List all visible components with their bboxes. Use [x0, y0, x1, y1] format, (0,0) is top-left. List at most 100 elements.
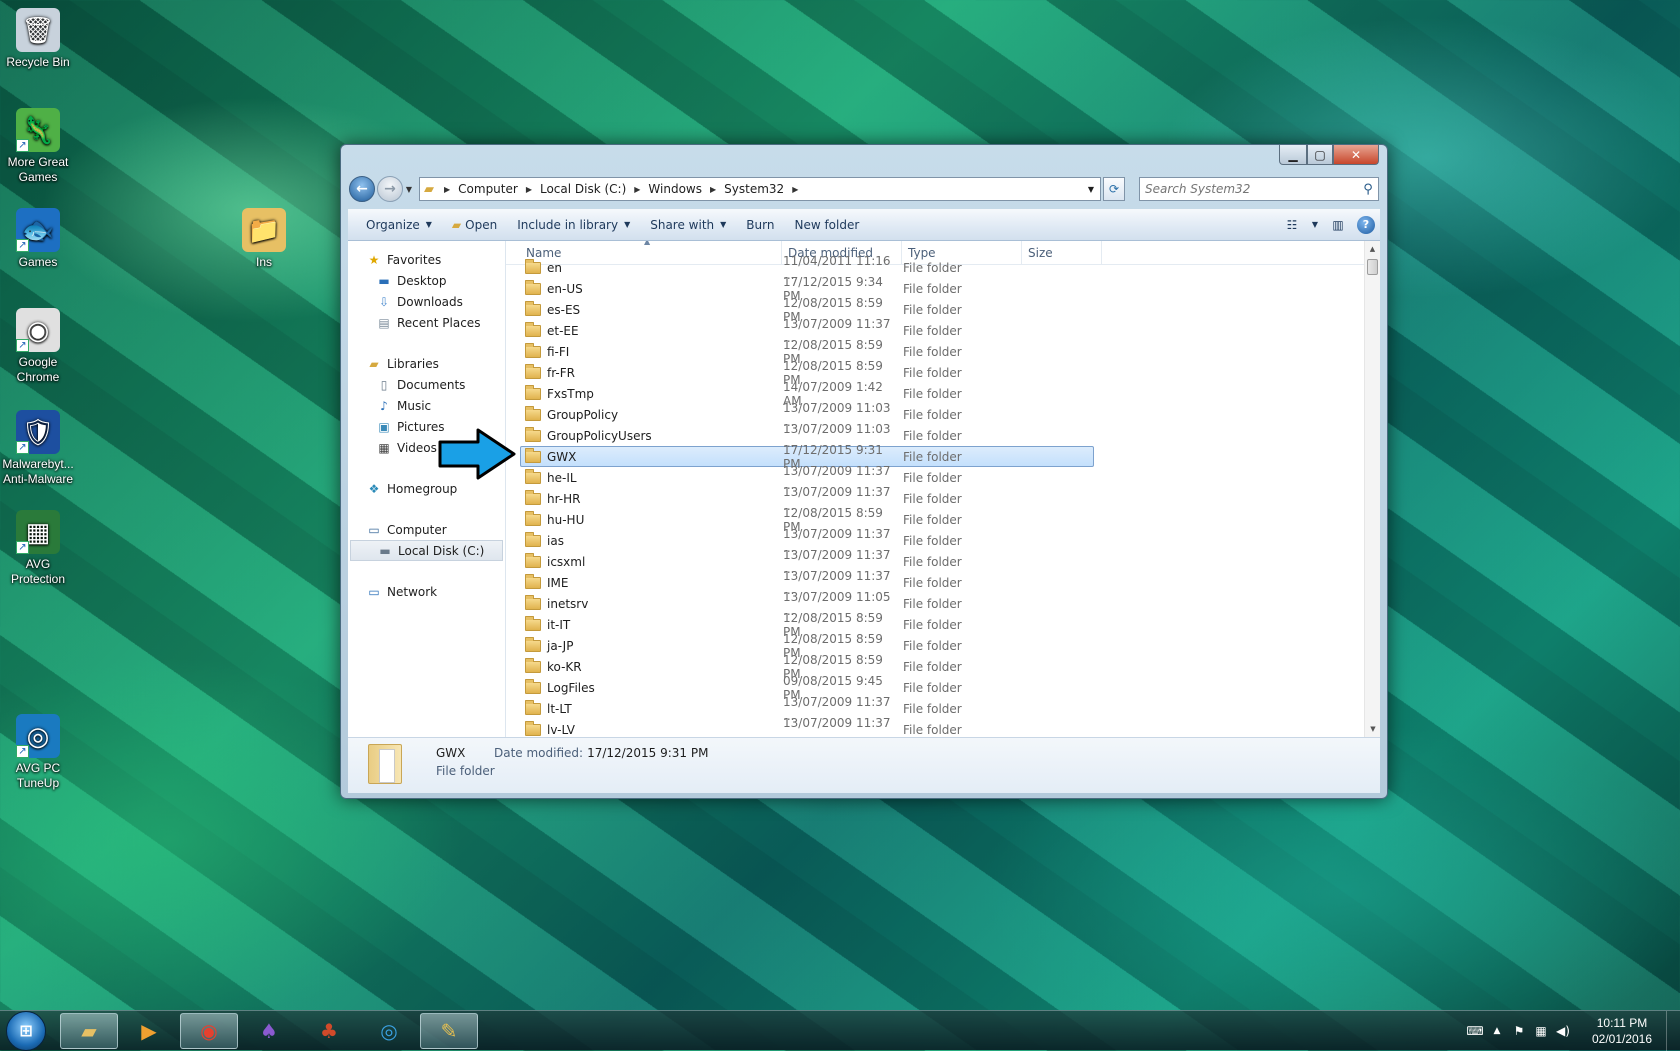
- forward-button[interactable]: →: [377, 176, 403, 202]
- breadcrumb-item[interactable]: Windows: [648, 182, 702, 196]
- include-in-library-button[interactable]: Include in library ▼: [507, 212, 640, 238]
- desktop-shortcut[interactable]: ◉ ↗ Google Chrome: [0, 308, 76, 385]
- desktop-shortcut[interactable]: 🦎 ↗ More Great Games: [0, 108, 76, 185]
- search-input[interactable]: [1140, 179, 1358, 199]
- file-name-cell: en: [521, 258, 783, 275]
- minimize-button[interactable]: ▁: [1279, 145, 1307, 165]
- file-name: es-ES: [547, 302, 581, 317]
- file-name-cell: en-US: [521, 279, 783, 296]
- shortcut-arrow-icon: ↗: [16, 541, 29, 554]
- search-icon[interactable]: ⚲: [1358, 182, 1378, 197]
- nav-music[interactable]: ♪ Music: [348, 395, 505, 416]
- file-name-cell: inetsrv: [521, 594, 783, 611]
- maximize-button[interactable]: ▢: [1307, 145, 1333, 165]
- address-bar[interactable]: ▰ ▶ Computer ▶ Local Disk (C:) ▶ Windows ▶ Sys…: [419, 177, 1101, 201]
- burn-button[interactable]: Burn: [736, 212, 784, 238]
- vertical-scrollbar[interactable]: ▲ ▼: [1364, 241, 1380, 737]
- details-name: GWX: [436, 746, 466, 760]
- scroll-thumb[interactable]: [1367, 259, 1378, 275]
- breadcrumb-separator[interactable]: ▶: [634, 185, 640, 194]
- file-type: File folder: [903, 428, 962, 443]
- nav-libraries[interactable]: ▰ Libraries: [348, 353, 505, 374]
- taskbar-solitaire[interactable]: ♣: [300, 1013, 358, 1049]
- file-name: en: [547, 260, 562, 275]
- scroll-up-icon[interactable]: ▲: [1365, 241, 1380, 257]
- folder-icon: [525, 531, 541, 547]
- breadcrumb-separator[interactable]: ▶: [710, 185, 716, 194]
- file-name-cell: it-IT: [521, 615, 783, 632]
- view-options-icon[interactable]: ☷: [1278, 212, 1306, 238]
- taskbar-chrome[interactable]: ◉: [180, 1012, 238, 1049]
- nav-favorites[interactable]: ★ Favorites: [348, 249, 505, 270]
- file-list: ▲ Name Date modified Type Size en 11/04/2…: [506, 241, 1380, 737]
- taskbar-media-player[interactable]: ▶: [120, 1013, 178, 1049]
- file-name: ko-KR: [547, 659, 582, 674]
- close-button[interactable]: ✕: [1333, 145, 1379, 165]
- scroll-down-icon[interactable]: ▼: [1365, 721, 1380, 737]
- desktop-icon: ▬: [378, 273, 390, 288]
- breadcrumb-separator[interactable]: ▶: [444, 185, 450, 194]
- nav-homegroup[interactable]: ❖ Homegroup: [348, 478, 505, 499]
- desktop-shortcut[interactable]: 🛡 ↗ Malwarebyt... Anti-Malware: [0, 410, 76, 487]
- desktop-shortcut[interactable]: 🐟 ↗ Games: [0, 208, 76, 270]
- window-controls: ▁ ▢ ✕: [1279, 145, 1379, 165]
- share-with-button[interactable]: Share with ▼: [640, 212, 736, 238]
- file-type: File folder: [903, 260, 962, 275]
- taskbar-tuneup[interactable]: ◎: [360, 1013, 418, 1049]
- nav-local-disk[interactable]: ▬ Local Disk (C:): [350, 540, 503, 561]
- music-icon: ♪: [380, 398, 388, 413]
- file-type: File folder: [903, 512, 962, 527]
- taskbar-paint[interactable]: ✎: [420, 1012, 478, 1049]
- file-name-cell: es-ES: [521, 300, 783, 317]
- breadcrumb-item[interactable]: System32: [724, 182, 784, 196]
- nav-desktop[interactable]: ▬ Desktop: [348, 270, 505, 291]
- desktop-shortcut[interactable]: ▦ ↗ AVG Protection: [0, 510, 76, 587]
- file-type: File folder: [903, 722, 962, 737]
- file-type: File folder: [903, 680, 962, 695]
- preview-pane-icon[interactable]: ▥: [1324, 212, 1352, 238]
- breadcrumb-separator[interactable]: ▶: [526, 185, 532, 194]
- desktop-shortcut[interactable]: ◎ ↗ AVG PC TuneUp: [0, 714, 76, 791]
- desktop-shortcut[interactable]: 🗑 Recycle Bin: [0, 8, 76, 70]
- table-row[interactable]: lv-LV 13/07/2009 11:37 ... File folder: [520, 716, 1094, 737]
- clock[interactable]: 10:11 PM 02/01/2016: [1582, 1015, 1662, 1047]
- taskbar-cards[interactable]: ♠: [240, 1013, 298, 1049]
- folder-icon: [525, 720, 541, 736]
- file-name-cell: he-IL: [521, 468, 783, 485]
- file-name: fr-FR: [547, 365, 575, 380]
- show-hidden-icons-icon[interactable]: ▲: [1486, 1026, 1508, 1036]
- address-dropdown-icon[interactable]: ▼: [1082, 185, 1100, 194]
- start-button[interactable]: ⊞: [6, 1010, 46, 1051]
- back-button[interactable]: ←: [349, 176, 375, 202]
- help-button[interactable]: ?: [1352, 212, 1380, 238]
- clock-time: 10:11 PM: [1596, 1015, 1648, 1030]
- folder-icon: [525, 363, 541, 379]
- nav-downloads[interactable]: ⇩ Downloads: [348, 291, 505, 312]
- action-center-flag-icon[interactable]: ⚑: [1508, 1024, 1530, 1038]
- view-dropdown-icon[interactable]: ▼: [1306, 212, 1324, 238]
- breadcrumb-separator[interactable]: ▶: [792, 185, 798, 194]
- show-desktop-button[interactable]: [1666, 1010, 1680, 1051]
- file-rows: en 11/04/2011 11:16 ... File folder en-US 17…: [506, 254, 1364, 737]
- pictures-icon: ▣: [378, 419, 390, 434]
- volume-icon[interactable]: ◀): [1552, 1024, 1574, 1038]
- file-type: File folder: [903, 365, 962, 380]
- file-name: ja-JP: [547, 638, 574, 653]
- nav-documents[interactable]: ▯ Documents: [348, 374, 505, 395]
- breadcrumb-item[interactable]: Local Disk (C:): [540, 182, 626, 196]
- nav-network[interactable]: ▭ Network: [348, 581, 505, 602]
- open-button[interactable]: ▰ Open: [442, 212, 507, 238]
- refresh-button[interactable]: ⟳: [1103, 177, 1125, 201]
- desktop-shortcut[interactable]: 📁 Ins: [226, 208, 302, 270]
- avg-protection-icon: ▦ ↗: [16, 510, 60, 554]
- nav-computer[interactable]: ▭ Computer: [348, 519, 505, 540]
- search-box[interactable]: ⚲: [1139, 177, 1379, 201]
- network-tray-icon[interactable]: ▦: [1530, 1024, 1552, 1038]
- recent-pages-dropdown[interactable]: ▼: [403, 185, 415, 194]
- new-folder-button[interactable]: New folder: [784, 212, 869, 238]
- keyboard-icon[interactable]: ⌨: [1464, 1024, 1486, 1038]
- taskbar-explorer[interactable]: ▰: [60, 1012, 118, 1049]
- organize-button[interactable]: Organize ▼: [356, 212, 442, 238]
- breadcrumb-item[interactable]: Computer: [458, 182, 518, 196]
- nav-recent-places[interactable]: ▤ Recent Places: [348, 312, 505, 333]
